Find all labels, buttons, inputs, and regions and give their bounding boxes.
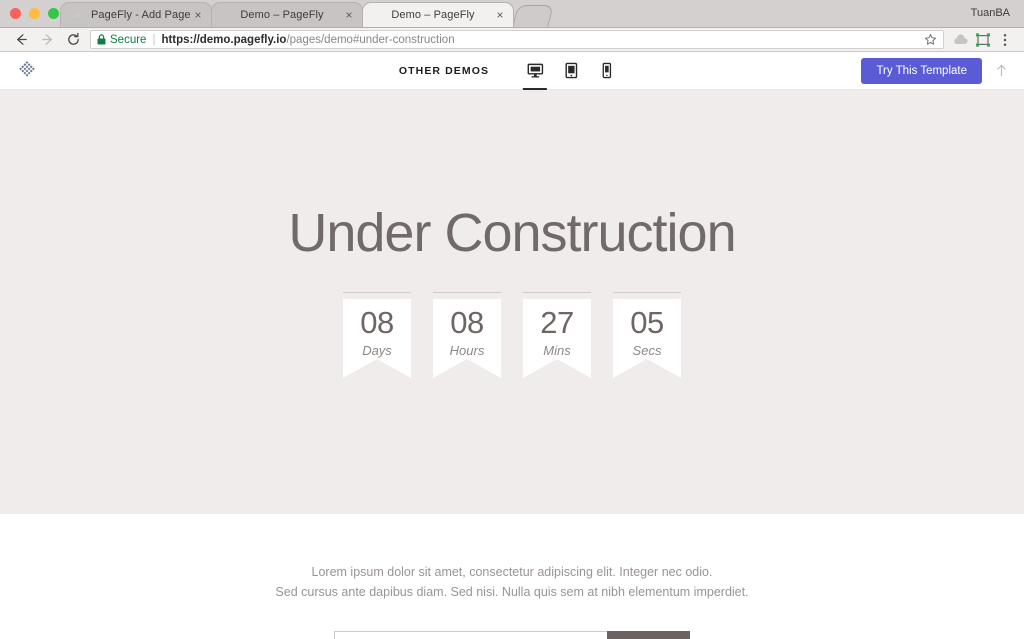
tablet-icon (565, 62, 577, 79)
browser-toolbar: Secure | https://demo.pagefly.io/pages/d… (0, 28, 1024, 52)
reload-button[interactable] (60, 29, 86, 51)
forward-button[interactable] (34, 29, 60, 51)
star-icon[interactable] (924, 33, 937, 46)
window-traffic-lights (10, 8, 59, 19)
device-toggle-tablet[interactable] (553, 52, 589, 90)
mobile-icon (602, 62, 612, 79)
overflow-menu-icon[interactable] (994, 29, 1016, 51)
subscribe-section: Lorem ipsum dolor sit amet, consectetur … (0, 514, 1024, 639)
subscribe-form: Subscribe (334, 630, 690, 639)
browser-tab-2[interactable]: Demo – PageFly × (211, 2, 363, 27)
close-icon[interactable]: × (342, 8, 356, 22)
site-nav: OTHER DEMOS (399, 52, 625, 90)
tab-title: PageFly - Add Page (91, 9, 191, 21)
minimize-window-button[interactable] (29, 8, 40, 19)
countdown-rail (343, 292, 411, 293)
intro-paragraph: Lorem ipsum dolor sit amet, consectetur … (275, 562, 748, 603)
lock-icon (97, 34, 106, 45)
countdown-ribbon: 27 Mins (523, 299, 591, 378)
url-path: /pages/demo#under-construction (286, 33, 455, 46)
countdown-ribbon: 08 Days (343, 299, 411, 378)
arrow-up-icon[interactable] (992, 63, 1010, 78)
triangle-icon (71, 8, 85, 22)
try-this-template-button[interactable]: Try This Template (861, 57, 982, 84)
countdown-rail (433, 292, 501, 293)
tab-title: Demo – PageFly (391, 9, 475, 21)
countdown-timer: 08 Days 08 Hours 27 Mins 05 Secs (343, 292, 681, 378)
countdown-label: Mins (543, 343, 571, 358)
browser-window: PageFly - Add Page × Demo – PageFly × De… (0, 0, 1024, 639)
desktop-icon (527, 63, 543, 78)
browser-tab-3[interactable]: Demo – PageFly × (362, 2, 514, 27)
countdown-label: Days (362, 343, 392, 358)
browser-tab-1[interactable]: PageFly - Add Page × (60, 2, 212, 27)
countdown-unit-hours: 08 Hours (433, 292, 501, 378)
secure-label: Secure (110, 33, 147, 46)
device-toggle-desktop[interactable] (517, 52, 553, 90)
screenshot-icon[interactable] (972, 29, 994, 51)
countdown-label: Secs (632, 343, 662, 358)
pagefly-diamond-logo-icon[interactable] (14, 58, 40, 84)
device-toggle-mobile[interactable] (589, 52, 625, 90)
countdown-value: 05 (630, 305, 664, 340)
hero-section: Under Construction 08 Days 08 Hours 27 M… (0, 90, 1024, 514)
cloud-icon[interactable] (950, 29, 972, 51)
page-viewport: OTHER DEMOS Try This Template Under Cons… (0, 52, 1024, 639)
countdown-ribbon: 05 Secs (613, 299, 681, 378)
site-header-actions: Try This Template (861, 57, 1010, 84)
countdown-value: 08 (450, 305, 484, 340)
intro-line-1: Lorem ipsum dolor sit amet, consectetur … (311, 565, 713, 579)
close-window-button[interactable] (10, 8, 21, 19)
maximize-window-button[interactable] (48, 8, 59, 19)
profile-name-label[interactable]: TuanBA (971, 7, 1010, 19)
tab-strip: PageFly - Add Page × Demo – PageFly × De… (0, 0, 1024, 28)
countdown-rail (613, 292, 681, 293)
countdown-value: 08 (360, 305, 394, 340)
new-tab-button[interactable] (512, 5, 554, 27)
close-icon[interactable]: × (493, 8, 507, 22)
close-icon[interactable]: × (191, 8, 205, 22)
page-title: Under Construction (288, 203, 736, 263)
site-header: OTHER DEMOS Try This Template (0, 52, 1024, 90)
url-text: https://demo.pagefly.io/pages/demo#under… (161, 34, 454, 46)
url-domain: https://demo.pagefly.io (161, 33, 287, 46)
subscribe-button[interactable]: Subscribe (606, 630, 690, 639)
address-bar[interactable]: Secure | https://demo.pagefly.io/pages/d… (90, 30, 944, 49)
other-demos-link[interactable]: OTHER DEMOS (399, 65, 489, 77)
countdown-value: 27 (540, 305, 574, 340)
email-field[interactable] (334, 630, 607, 639)
intro-line-2: Sed cursus ante dapibus diam. Sed nisi. … (275, 585, 749, 600)
countdown-unit-secs: 05 Secs (613, 292, 681, 378)
countdown-ribbon: 08 Hours (433, 299, 501, 378)
tab-title: Demo – PageFly (240, 9, 324, 21)
countdown-unit-mins: 27 Mins (523, 292, 591, 378)
omnibox-separator: | (152, 33, 156, 46)
countdown-rail (523, 292, 591, 293)
back-button[interactable] (8, 29, 34, 51)
countdown-unit-days: 08 Days (343, 292, 411, 378)
countdown-label: Hours (449, 343, 485, 358)
